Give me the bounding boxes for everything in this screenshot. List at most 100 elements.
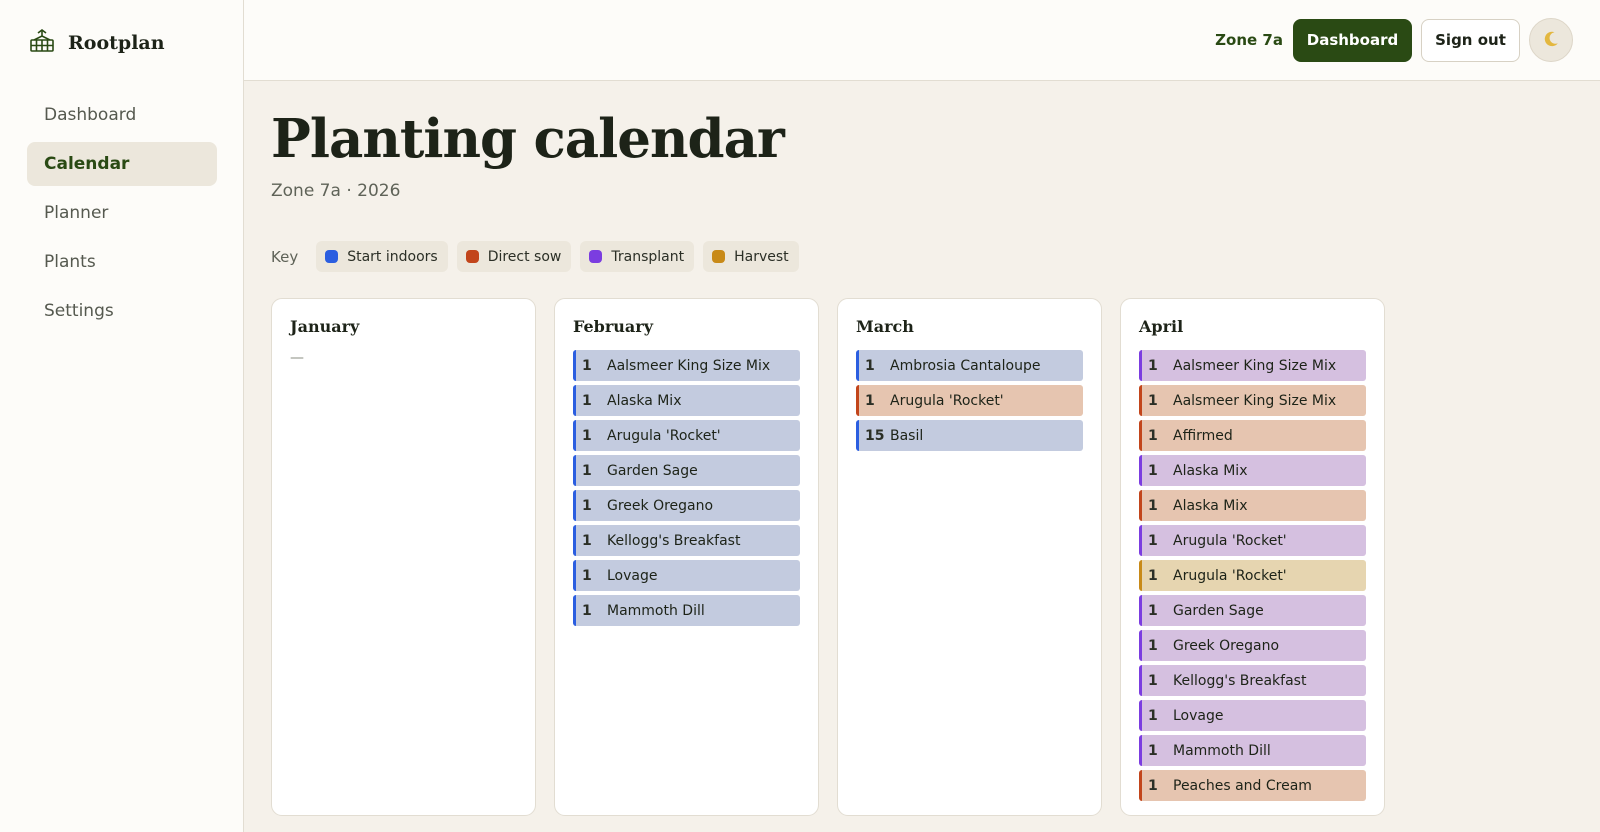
entry-day: 1 <box>1148 567 1158 584</box>
calendar-entry[interactable]: 1 Aalsmeer King Size Mix <box>573 350 800 381</box>
topbar: Zone 7a Dashboard Sign out <box>244 0 1600 81</box>
calendar-entry[interactable]: 1 Garden Sage <box>573 455 800 486</box>
page-subtitle: Zone 7a · 2026 <box>271 181 401 201</box>
entry-day: 15 <box>865 427 885 444</box>
calendar-entry[interactable]: 1 Mammoth Dill <box>1139 735 1366 766</box>
entry-plant-name: Aalsmeer King Size Mix <box>1173 357 1337 374</box>
legend-item-label: Transplant <box>611 248 685 265</box>
month-card-march: March 1 Ambrosia Cantaloupe 1 Arugula 'Rock… <box>837 298 1102 816</box>
greenhouse-logo-icon <box>28 27 56 59</box>
legend-item-label: Direct sow <box>487 248 562 265</box>
month-name: February <box>573 317 654 336</box>
entry-day: 1 <box>582 357 592 374</box>
legend: Key Start indoors Direct sow Transplant … <box>271 241 799 272</box>
brand[interactable]: Rootplan <box>28 28 165 58</box>
entry-plant-name: Peaches and Cream <box>1173 777 1312 794</box>
entry-plant-name: Garden Sage <box>1173 602 1264 619</box>
calendar-entry[interactable]: 1 Affirmed <box>1139 420 1366 451</box>
entry-day: 1 <box>582 427 592 444</box>
entry-day: 1 <box>1148 707 1158 724</box>
entry-plant-name: Kellogg's Breakfast <box>607 532 741 549</box>
entry-day: 1 <box>1148 742 1158 759</box>
entry-plant-name: Lovage <box>1173 707 1224 724</box>
entry-day: 1 <box>1148 497 1158 514</box>
entry-plant-name: Alaska Mix <box>1173 462 1248 479</box>
calendar-entry[interactable]: 1 Aalsmeer King Size Mix <box>1139 385 1366 416</box>
entry-day: 1 <box>582 602 592 619</box>
entry-day: 1 <box>582 497 592 514</box>
calendar-entry[interactable]: 1 Kellogg's Breakfast <box>573 525 800 556</box>
calendar-entry[interactable]: 1 Arugula 'Rocket' <box>1139 560 1366 591</box>
calendar-entry[interactable]: 1 Greek Oregano <box>1139 630 1366 661</box>
calendar-entry[interactable]: 1 Lovage <box>1139 700 1366 731</box>
entry-plant-name: Arugula 'Rocket' <box>890 392 1004 409</box>
page-title: Planting calendar <box>271 108 785 170</box>
month-card-april: April 1 Aalsmeer King Size Mix 1 Aalsmeer K… <box>1120 298 1385 816</box>
sidebar-item-plants[interactable]: Plants <box>27 240 217 284</box>
entry-plant-name: Aalsmeer King Size Mix <box>1173 392 1337 409</box>
legend-item-start-indoors: Start indoors <box>316 241 448 272</box>
month-entries: 1 Aalsmeer King Size Mix 1 Alaska Mix 1 Arugu… <box>573 350 800 626</box>
theme-toggle-button[interactable] <box>1529 18 1573 62</box>
entry-plant-name: Arugula 'Rocket' <box>1173 532 1287 549</box>
moon-icon <box>1541 29 1561 52</box>
entry-day: 1 <box>1148 532 1158 549</box>
calendar-entry[interactable]: 1 Garden Sage <box>1139 595 1366 626</box>
calendar-entry[interactable]: 1 Ambrosia Cantaloupe <box>856 350 1083 381</box>
calendar-entry[interactable]: 1 Arugula 'Rocket' <box>856 385 1083 416</box>
legend-item-transplant: Transplant <box>580 241 695 272</box>
entry-day: 1 <box>582 567 592 584</box>
entry-day: 1 <box>865 392 875 409</box>
entry-plant-name: Greek Oregano <box>1173 637 1280 654</box>
calendar-entry[interactable]: 1 Arugula 'Rocket' <box>573 420 800 451</box>
entry-day: 1 <box>582 532 592 549</box>
entry-day: 1 <box>1148 637 1158 654</box>
calendar-entry[interactable]: 1 Arugula 'Rocket' <box>1139 525 1366 556</box>
sidebar-item-settings[interactable]: Settings <box>27 289 217 333</box>
sidebar-nav: Dashboard Calendar Planner Plants Settin… <box>27 93 217 338</box>
legend-item-label: Start indoors <box>347 248 438 265</box>
calendar-entry[interactable]: 1 Aalsmeer King Size Mix <box>1139 350 1366 381</box>
entry-plant-name: Lovage <box>607 567 658 584</box>
sign-out-button[interactable]: Sign out <box>1421 18 1520 62</box>
legend-item-harvest: Harvest <box>703 241 799 272</box>
calendar-entry[interactable]: 1 Alaska Mix <box>1139 455 1366 486</box>
month-card-february: February 1 Aalsmeer King Size Mix 1 Alaska … <box>554 298 819 816</box>
calendar-entry[interactable]: 1 Greek Oregano <box>573 490 800 521</box>
topbar-actions: Zone 7a Dashboard Sign out <box>1215 18 1573 62</box>
sidebar-item-planner[interactable]: Planner <box>27 191 217 235</box>
calendar-entry[interactable]: 1 Kellogg's Breakfast <box>1139 665 1366 696</box>
month-entries: 1 Ambrosia Cantaloupe 1 Arugula 'Rocket' 15 B… <box>856 350 1083 451</box>
sidebar-item-calendar[interactable]: Calendar <box>27 142 217 186</box>
entry-plant-name: Garden Sage <box>607 462 698 479</box>
entry-plant-name: Affirmed <box>1173 427 1233 444</box>
entry-day: 1 <box>1148 427 1158 444</box>
calendar-entry[interactable]: 1 Peaches and Cream <box>1139 770 1366 801</box>
entry-plant-name: Mammoth Dill <box>607 602 705 619</box>
month-entries: 1 Aalsmeer King Size Mix 1 Aalsmeer King Si… <box>1139 350 1366 801</box>
calendar-entry[interactable]: 1 Lovage <box>573 560 800 591</box>
calendar-entry[interactable]: 15 Basil <box>856 420 1083 451</box>
dashboard-button[interactable]: Dashboard <box>1293 18 1412 62</box>
calendar-entry[interactable]: 1 Mammoth Dill <box>573 595 800 626</box>
month-card-january: January — <box>271 298 536 816</box>
month-grid: January — February 1 Aalsmeer King Size M… <box>271 298 1385 816</box>
calendar-entry[interactable]: 1 Alaska Mix <box>573 385 800 416</box>
empty-month-indicator: — <box>290 350 304 366</box>
entry-plant-name: Alaska Mix <box>607 392 682 409</box>
entry-day: 1 <box>582 462 592 479</box>
month-name: January <box>290 317 360 336</box>
legend-label: Key <box>271 247 299 266</box>
entry-plant-name: Basil <box>890 427 924 444</box>
calendar-entry[interactable]: 1 Alaska Mix <box>1139 490 1366 521</box>
entry-day: 1 <box>1148 602 1158 619</box>
entry-plant-name: Kellogg's Breakfast <box>1173 672 1307 689</box>
entry-plant-name: Alaska Mix <box>1173 497 1248 514</box>
entry-day: 1 <box>1148 357 1158 374</box>
app-name: Rootplan <box>68 32 165 54</box>
sidebar-item-dashboard[interactable]: Dashboard <box>27 93 217 137</box>
entry-plant-name: Arugula 'Rocket' <box>607 427 721 444</box>
entry-day: 1 <box>1148 462 1158 479</box>
sidebar: Rootplan Dashboard Calendar Planner Plan… <box>0 0 244 832</box>
month-name: March <box>856 317 914 336</box>
